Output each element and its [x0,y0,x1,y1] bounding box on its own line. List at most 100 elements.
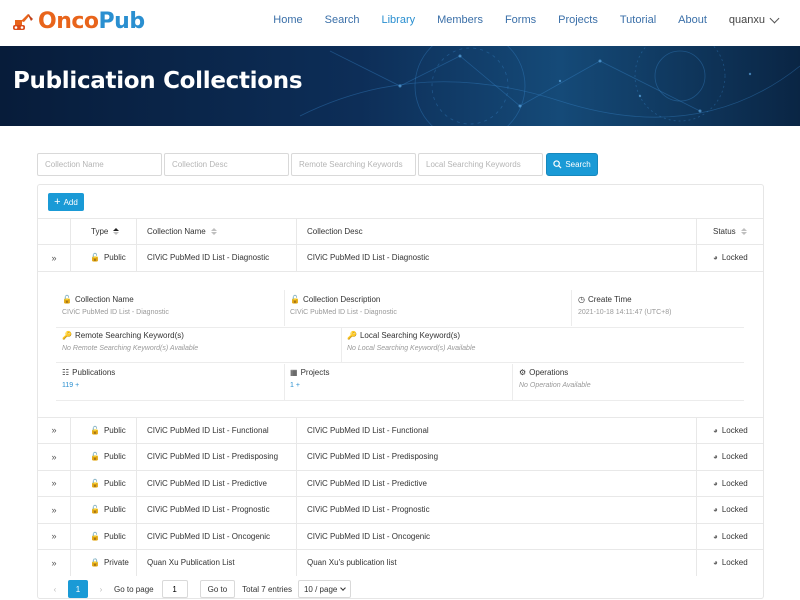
detail-operations: ⚙ Operations No Operation Available [519,368,591,389]
expand-icon[interactable]: » [51,531,56,541]
row-desc: Quan Xu's publication list [307,558,397,568]
unlock-icon: 🔓 [90,425,100,435]
plus-icon[interactable]: + [75,382,79,389]
table-row[interactable]: » 🔓 Public CIViC PubMed ID List - Predict… [38,469,763,496]
publications-link[interactable]: 119 + [62,382,115,389]
table-row[interactable]: » 🔓 Public CIViC PubMed ID List - Prognos… [38,496,763,523]
publications-count: 119 [62,381,74,389]
collapse-icon[interactable]: » [51,253,56,263]
prev-page-icon[interactable]: ‹ [48,585,62,594]
row-name: CIViC PubMed ID List - Functional [147,425,269,435]
type-header-label: Type [91,227,109,236]
logo[interactable]: OncoPub [12,9,145,35]
operations-icon: ⚙ [519,367,527,377]
unlock-icon: 🔓 [90,531,100,541]
table-row[interactable]: » 🔓 Public CIViC PubMed ID List - Functio… [38,416,763,443]
page-banner: Publication Collections [0,46,800,126]
search-button-label: Search [565,160,591,169]
search-bar: Search [37,153,598,176]
row-name: CIViC PubMed ID List - Oncogenic [147,531,271,541]
detail-projects: ▦ Projects 1 + [290,368,329,389]
type-column-header[interactable]: Type [71,219,137,244]
expand-icon[interactable]: » [51,558,56,568]
unlock-icon: 🔓 [290,294,300,304]
plus-icon[interactable]: + [296,382,300,389]
detail-label: Operations [529,367,569,377]
row-name: CIViC PubMed ID List - Predisposing [147,452,279,462]
add-button[interactable]: + Add [48,193,84,211]
expand-icon[interactable]: » [51,505,56,515]
detail-label: Remote Searching Keyword(s) [74,330,184,340]
nav-search[interactable]: Search [325,14,360,26]
page-1-button[interactable]: 1 [68,580,88,598]
detail-local-keywords: 🔑 Local Searching Keyword(s) No Local Sea… [347,331,475,352]
table-row[interactable]: » 🔓 Public CIViC PubMed ID List - Diagnos… [38,244,763,271]
row-status: Locked [721,425,748,435]
row-status: Locked [721,253,748,263]
sort-icon [740,228,747,235]
local-keywords-input[interactable] [418,153,543,176]
sort-icon [113,228,120,235]
remote-keywords-input[interactable] [291,153,416,176]
user-menu[interactable]: quanxu [728,13,780,26]
detail-value: No Operation Available [519,381,591,389]
row-type: Public [103,425,126,435]
table-row[interactable]: » 🔓 Public CIViC PubMed ID List - Predisp… [38,443,763,470]
nav-about[interactable]: About [678,14,707,26]
desc-header-label: Collection Desc [307,227,363,236]
collection-desc-input[interactable] [164,153,289,176]
row-name: CIViC PubMed ID List - Diagnostic [147,253,270,263]
unlock-icon: 🔓 [90,452,100,462]
nav-projects[interactable]: Projects [558,14,598,26]
chevron-down-icon [340,585,347,591]
unlock-icon: 🔓 [62,294,72,304]
search-button[interactable]: Search [546,153,598,176]
detail-value: No Local Searching Keyword(s) Available [347,344,476,352]
goto-button[interactable]: Go to [199,580,236,598]
expand-icon[interactable]: » [51,425,56,435]
nav-library[interactable]: Library [381,14,415,26]
table-row[interactable]: » 🔓 Public CIViC PubMed ID List - Oncogen… [38,522,763,549]
nav-home[interactable]: Home [273,14,302,26]
detail-label: Local Searching Keyword(s) [359,330,461,340]
key-icon: 🔑 [62,330,72,340]
book-icon: ☷ [62,367,70,377]
collection-name-input[interactable] [37,153,162,176]
expand-icon[interactable]: » [51,478,56,488]
row-status: Locked [721,478,748,488]
table-row[interactable]: » 🔒 Private Quan Xu Publication List Quan… [38,549,763,576]
lock-icon: 🔒 [90,558,100,568]
expand-icon[interactable]: » [51,452,56,462]
row-status: Locked [721,531,748,541]
brand-name: OncoPub [38,9,145,34]
goto-page-input[interactable] [161,580,188,598]
status-column-header[interactable]: Status [697,219,763,244]
row-type: Private [103,558,129,568]
row-desc: CIViC PubMed ID List - Predictive [307,478,427,488]
collections-card: + Add Type Collection Name Collection De… [37,184,764,599]
detail-label: Projects [300,367,330,377]
nav-forms[interactable]: Forms [505,14,536,26]
sort-icon [210,228,217,235]
row-name: Quan Xu Publication List [147,558,235,568]
lock-status-icon: ◕ [713,452,718,462]
total-entries: Total 7 entries [242,584,292,594]
unlock-icon: 🔓 [90,253,100,263]
user-name: quanxu [728,14,765,26]
detail-create-time: ◷ Create Time 2021-10-18 14:11:47 (UTC+8) [578,295,671,316]
name-column-header[interactable]: Collection Name [137,219,297,244]
detail-label: Publications [72,367,116,377]
projects-link[interactable]: 1 + [290,382,329,389]
detail-label: Collection Name [74,294,134,304]
nav-tutorial[interactable]: Tutorial [620,14,656,26]
page-size-select[interactable]: 10 / page [297,580,352,598]
detail-label: Create Time [587,294,632,304]
search-icon [553,160,562,169]
collections-table: Type Collection Name Collection Desc Sta… [38,218,763,576]
next-page-icon[interactable]: › [94,585,108,594]
lock-status-icon: ◕ [713,425,718,435]
nav-members[interactable]: Members [437,14,483,26]
row-name: CIViC PubMed ID List - Predictive [147,478,267,488]
page-title: Publication Collections [13,68,303,94]
plus-icon: + [54,196,61,208]
